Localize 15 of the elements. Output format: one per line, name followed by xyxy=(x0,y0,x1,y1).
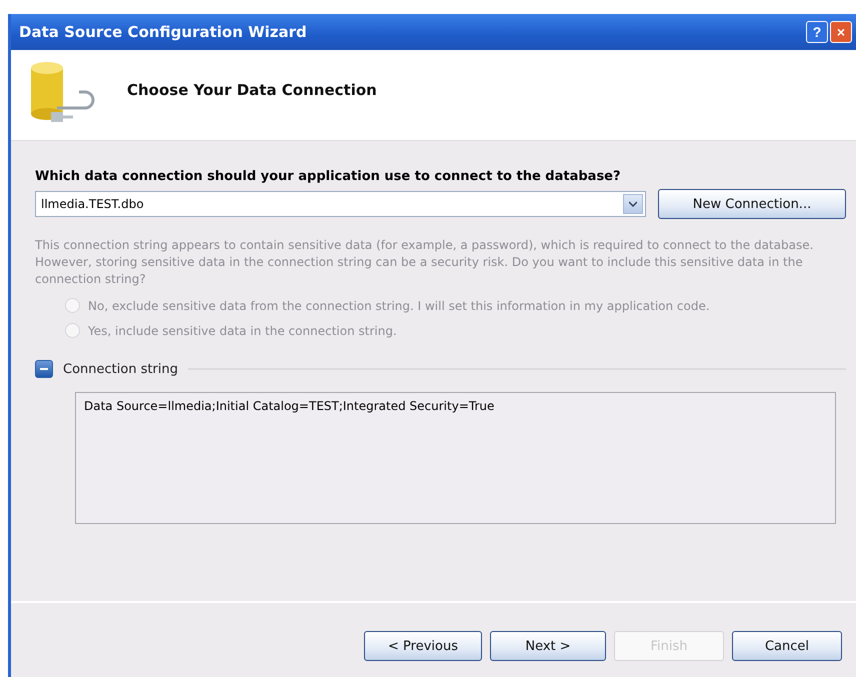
new-connection-button[interactable]: New Connection... xyxy=(658,189,846,219)
connection-dropdown[interactable]: llmedia.TEST.dbo xyxy=(35,191,646,217)
dropdown-value: llmedia.TEST.dbo xyxy=(41,197,144,211)
close-button[interactable]: × xyxy=(830,21,852,43)
sensitive-data-text: This connection string appears to contain sensitive data (for example, a password), which is required to connect to the database. However, storing sensitive data in the connection string can be a security risk. Do you want to include this sensitive data in the connection string? xyxy=(35,237,814,288)
window-title: Data Source Configuration Wizard xyxy=(19,23,308,41)
question-label: Which data connection should your application use to connect to the database? xyxy=(35,169,622,184)
wizard-button[interactable]: Next > xyxy=(490,631,606,661)
collapse-toggle[interactable] xyxy=(35,360,53,378)
wizard-button[interactable]: Cancel xyxy=(732,631,842,661)
connection-string-box[interactable]: Data Source=llmedia;Initial Catalog=TEST;Integrated Security=True xyxy=(75,392,836,524)
page-title: Choose Your Data Connection xyxy=(127,81,377,99)
help-button[interactable]: ? xyxy=(806,21,828,43)
section-label: Connection string xyxy=(63,362,178,376)
wizard-button[interactable]: < Previous xyxy=(364,631,482,661)
